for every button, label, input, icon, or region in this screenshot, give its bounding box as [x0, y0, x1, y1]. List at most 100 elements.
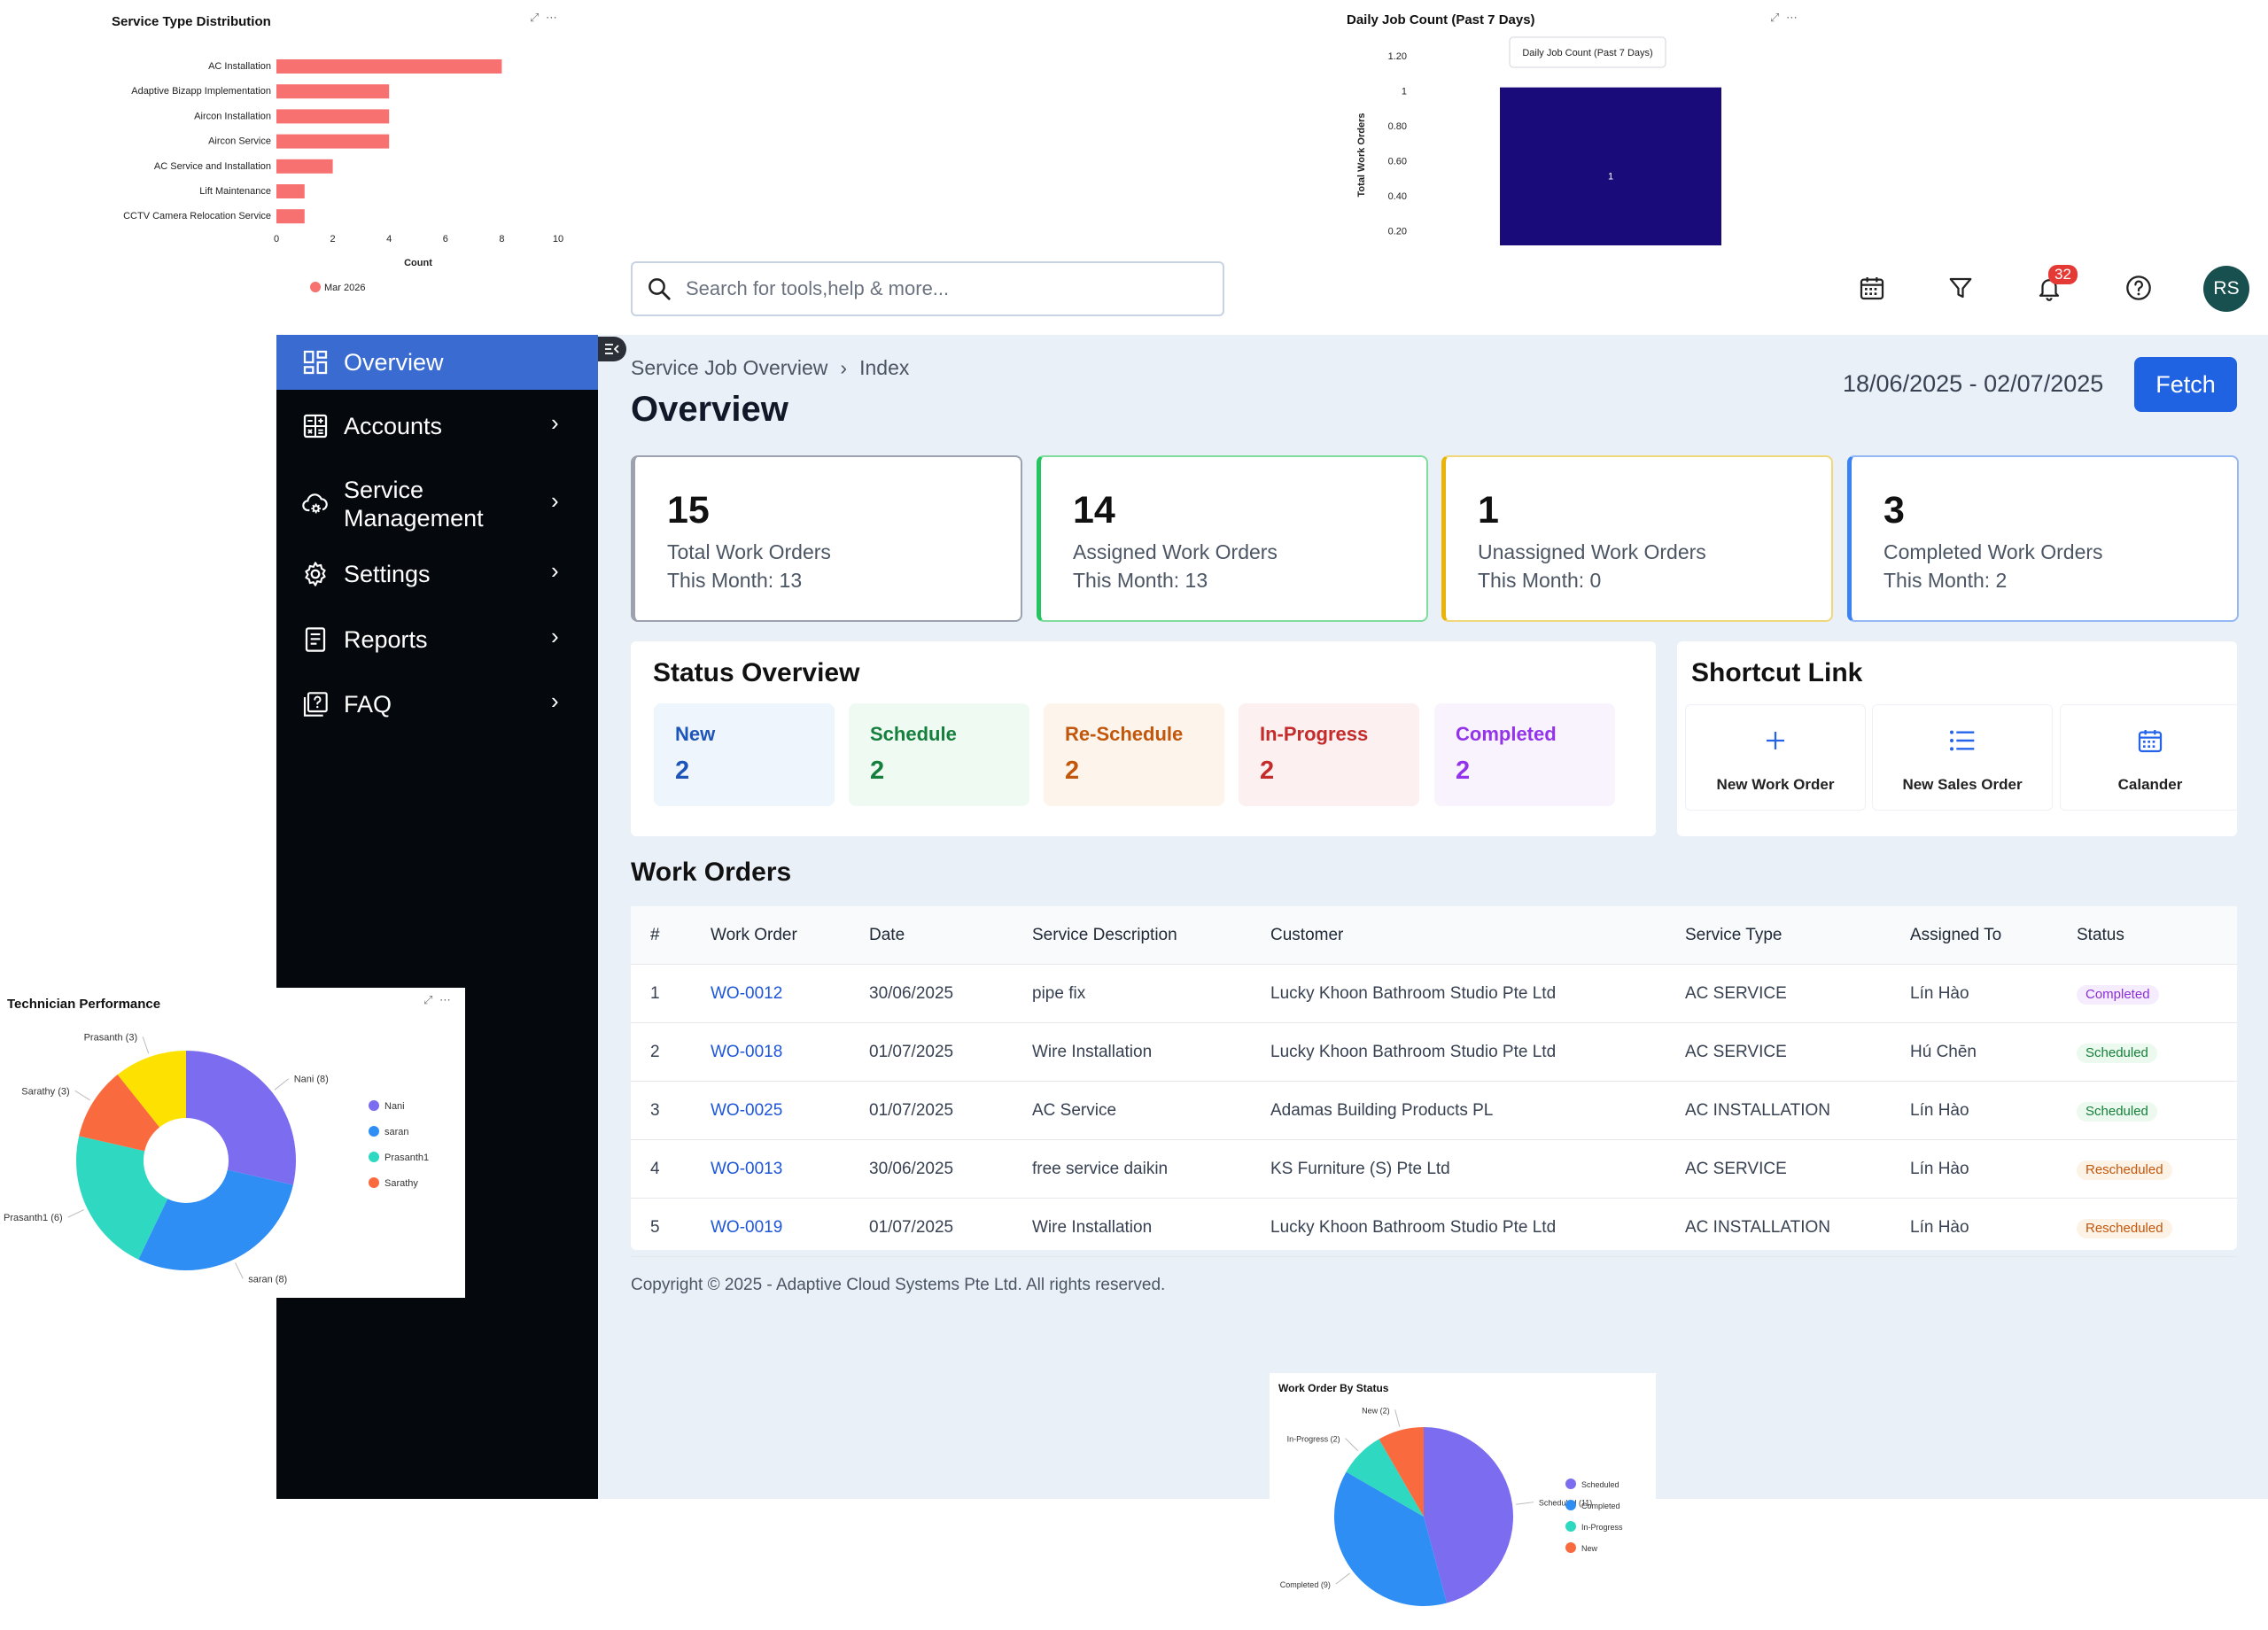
work-order-link[interactable]: WO-0012	[711, 965, 782, 1023]
date-range-picker[interactable]: 18/06/2025 - 02/07/2025	[1843, 370, 2103, 398]
table-cell: Wire Installation	[1032, 1218, 1153, 1237]
bar[interactable]	[276, 159, 333, 174]
column-header: Service Type	[1685, 926, 1783, 944]
work-order-link[interactable]: WO-0025	[711, 1082, 782, 1140]
status-tile-completed[interactable]: Completed 2	[1434, 703, 1615, 806]
work-order-link[interactable]: WO-0019	[711, 1199, 782, 1257]
legend-label[interactable]: Scheduled	[1581, 1480, 1619, 1489]
table-cell: 01/07/2025	[869, 1043, 954, 1061]
status-tile-label: Re-Schedule	[1065, 723, 1184, 745]
tooltip-text: Daily Job Count (Past 7 Days)	[1522, 48, 1652, 58]
sidebar-item-service-management[interactable]: Service Management ›	[276, 468, 598, 539]
status-tile-value: 2	[1065, 757, 1080, 785]
legend-label[interactable]: Nani	[384, 1101, 405, 1112]
sidebar-item-settings[interactable]: Settings ›	[276, 547, 598, 602]
table-cell: Lucky Khoon Bathroom Studio Pte Ltd	[1270, 984, 1557, 1003]
legend-label[interactable]: New	[1581, 1544, 1598, 1553]
x-tick-label: 6	[443, 234, 448, 244]
work-order-link[interactable]: WO-0013	[711, 1140, 782, 1199]
table-cell: 1	[650, 984, 660, 1003]
slice-label: New (2)	[1362, 1406, 1390, 1415]
legend-label[interactable]: Sarathy	[384, 1178, 418, 1189]
legend-label[interactable]: saran	[384, 1127, 409, 1137]
calendar-shortcut[interactable]: Calander	[2060, 704, 2241, 811]
table-row[interactable]: 2 WO-0018 01/07/2025 Wire Installation Lucky…	[631, 1023, 2237, 1082]
search-bar[interactable]	[631, 261, 1224, 316]
status-tile-reschedule[interactable]: Re-Schedule 2	[1044, 703, 1224, 806]
breadcrumb-item[interactable]: Service Job Overview	[631, 356, 827, 380]
y-tick-label: 0.20	[1388, 227, 1407, 237]
sidebar-item-accounts[interactable]: Accounts ›	[276, 399, 598, 454]
table-cell: Wire Installation	[1032, 1043, 1153, 1061]
kpi-value: 1	[1478, 489, 1499, 532]
sidebar-item-label: Settings	[344, 561, 431, 587]
legend-label[interactable]: In-Progress	[1581, 1523, 1623, 1532]
table-row[interactable]: 4 WO-0013 30/06/2025 free service daikin KS …	[631, 1140, 2237, 1199]
sidebar-item-reports[interactable]: Reports ›	[276, 612, 598, 667]
table-cell: Adamas Building Products PL	[1270, 1101, 1494, 1120]
status-tile-schedule[interactable]: Schedule 2	[849, 703, 1029, 806]
help-button[interactable]	[2117, 266, 2161, 310]
legend-label[interactable]: Mar 2026	[324, 283, 365, 293]
sidebar-collapse-button[interactable]	[598, 337, 626, 361]
y-tick-label: 0.40	[1388, 191, 1407, 202]
status-tile-new[interactable]: New 2	[654, 703, 835, 806]
cloud-gear-icon	[302, 493, 328, 514]
sidebar-item-label: FAQ	[344, 691, 392, 718]
sidebar-item-faq[interactable]: FAQ ›	[276, 677, 598, 732]
legend-label[interactable]: Prasanth1	[384, 1153, 429, 1163]
pie-slice[interactable]	[138, 1169, 293, 1270]
sidebar-item-label: Overview	[344, 349, 444, 376]
work-orders-title: Work Orders	[631, 858, 792, 887]
x-tick-label: 0	[274, 234, 279, 244]
filter-button[interactable]	[1938, 266, 1983, 310]
chevron-right-icon: ›	[551, 623, 559, 649]
table-cell: 3	[650, 1101, 660, 1120]
category-tick-label: Lift Maintenance	[199, 186, 271, 197]
bar[interactable]	[276, 184, 305, 198]
new-sales-order-shortcut[interactable]: New Sales Order	[1872, 704, 2053, 811]
bar[interactable]	[276, 59, 502, 74]
table-cell: 2	[650, 1043, 660, 1061]
sidebar-item-label: Reports	[344, 626, 428, 653]
table-cell: 01/07/2025	[869, 1218, 954, 1237]
legend-swatch	[369, 1100, 379, 1111]
table-row[interactable]: 3 WO-0025 01/07/2025 AC Service Adamas Build…	[631, 1082, 2237, 1140]
slice-leader-line	[235, 1262, 244, 1279]
legend-swatch	[369, 1177, 379, 1188]
status-tile-in-progress[interactable]: In-Progress 2	[1239, 703, 1419, 806]
bar[interactable]	[276, 109, 390, 124]
table-cell: AC SERVICE	[1685, 1043, 1787, 1061]
table-cell: free service daikin	[1032, 1160, 1169, 1178]
plus-icon	[1767, 732, 1784, 749]
sidebar-item-overview[interactable]: Overview	[276, 335, 598, 390]
kpi-label: Unassigned Work Orders	[1478, 540, 1706, 563]
pie-slice[interactable]	[186, 1051, 296, 1185]
table-row[interactable]: 1 WO-0012 30/06/2025 pipe fix Lucky Khoon Ba…	[631, 965, 2237, 1023]
legend-label[interactable]: Completed	[1581, 1502, 1620, 1510]
calendar-button[interactable]	[1850, 266, 1894, 310]
table-row[interactable]: 5 WO-0019 01/07/2025 Wire Installation Lucky…	[631, 1199, 2237, 1257]
kpi-label: Assigned Work Orders	[1073, 540, 1278, 563]
table-cell: KS Furniture (S) Pte Ltd	[1270, 1160, 1450, 1178]
new-work-order-shortcut[interactable]: New Work Order	[1685, 704, 1866, 811]
status-tile-label: New	[675, 723, 716, 745]
kpi-subtext: This Month: 2	[1884, 569, 2008, 592]
bar[interactable]	[276, 134, 390, 149]
fetch-button[interactable]: Fetch	[2134, 357, 2237, 412]
bar[interactable]	[276, 209, 305, 224]
legend-swatch	[1565, 1521, 1576, 1532]
bar[interactable]	[1500, 87, 1721, 246]
breadcrumb-separator-icon: ›	[840, 356, 848, 379]
search-input[interactable]	[686, 277, 1182, 300]
calendar-icon	[2138, 730, 2163, 753]
kpi-subtext: This Month: 0	[1478, 569, 1602, 592]
bar[interactable]	[276, 84, 390, 99]
slice-label: Nani (8)	[294, 1075, 329, 1085]
user-avatar[interactable]: RS	[2203, 266, 2249, 312]
status-badge: Scheduled	[2077, 1102, 2157, 1122]
table-cell: Lucky Khoon Bathroom Studio Pte Ltd	[1270, 1043, 1557, 1061]
sidebar-item-label: Service Management	[344, 477, 484, 532]
service-type-bar-chart: AC Installation Adaptive Bizapp Implement…	[123, 59, 563, 293]
work-order-link[interactable]: WO-0018	[711, 1023, 782, 1082]
